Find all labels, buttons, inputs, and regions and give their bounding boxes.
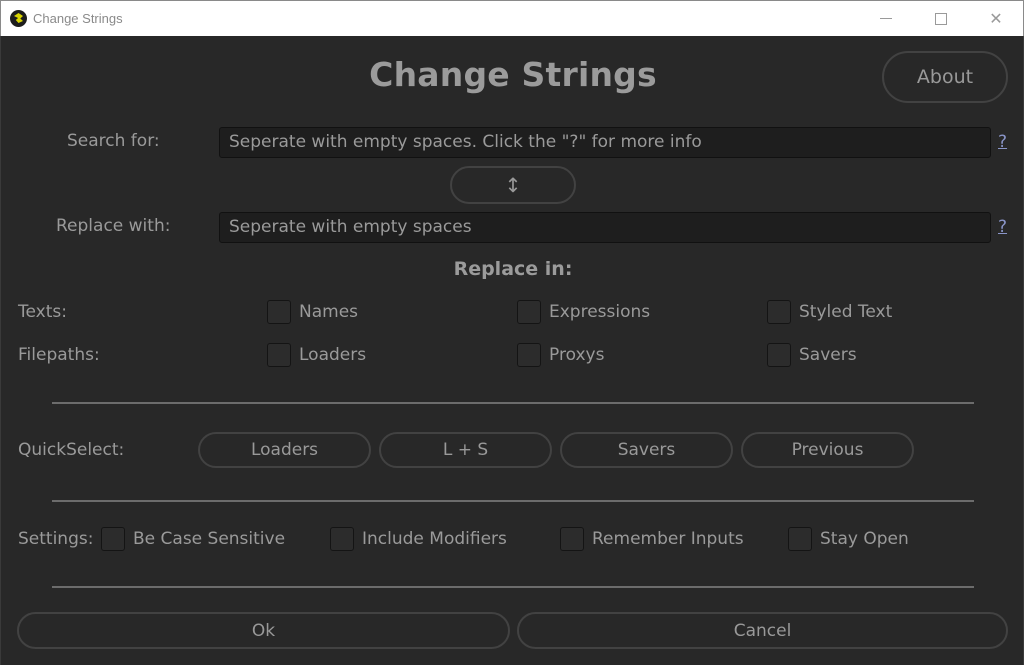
quickselect-label: QuickSelect: xyxy=(18,440,125,460)
app-logo-icon xyxy=(10,10,27,27)
close-button[interactable]: ✕ xyxy=(973,1,1019,36)
swap-button[interactable]: ↕ xyxy=(450,166,576,204)
ok-button[interactable]: Ok xyxy=(17,612,510,649)
replace-help-link[interactable]: ? xyxy=(998,217,1007,237)
savers-checkbox[interactable]: Savers xyxy=(767,343,857,367)
minimize-button[interactable] xyxy=(863,1,909,36)
close-icon: ✕ xyxy=(989,9,1003,28)
stay-open-checkbox[interactable]: Stay Open xyxy=(788,527,909,551)
case-sensitive-checkbox[interactable]: Be Case Sensitive xyxy=(101,527,285,551)
settings-label: Settings: xyxy=(18,529,94,549)
about-button[interactable]: About xyxy=(882,51,1008,103)
divider xyxy=(52,586,974,588)
maximize-button[interactable] xyxy=(918,1,964,36)
replace-in-heading: Replace in: xyxy=(453,258,573,280)
proxys-checkbox[interactable]: Proxys xyxy=(517,343,604,367)
dialog-body: Change Strings About Search for: Seperat… xyxy=(0,36,1024,665)
divider xyxy=(52,402,974,404)
checkbox-label: Loaders xyxy=(299,345,367,365)
window-title: Change Strings xyxy=(33,11,123,26)
checkbox-label: Expressions xyxy=(549,302,651,322)
checkbox-box[interactable] xyxy=(767,300,791,324)
checkbox-box[interactable] xyxy=(517,300,541,324)
swap-vertical-icon: ↕ xyxy=(504,173,522,197)
quickselect-savers-button[interactable]: Savers xyxy=(560,432,733,468)
quickselect-loaders-savers-button[interactable]: L + S xyxy=(379,432,552,468)
replace-input[interactable]: Seperate with empty spaces xyxy=(219,212,991,243)
quickselect-loaders-button[interactable]: Loaders xyxy=(198,432,371,468)
checkbox-label: Names xyxy=(299,302,359,322)
replace-label: Replace with: xyxy=(56,216,171,236)
expressions-checkbox[interactable]: Expressions xyxy=(517,300,650,324)
search-input[interactable]: Seperate with empty spaces. Click the "?… xyxy=(219,127,991,158)
checkbox-box[interactable] xyxy=(517,343,541,367)
checkbox-box[interactable] xyxy=(788,527,812,551)
checkbox-label: Include Modifiers xyxy=(362,529,507,549)
maximize-icon xyxy=(935,12,947,25)
window-titlebar: Change Strings ✕ xyxy=(0,0,1024,36)
checkbox-label: Proxys xyxy=(549,345,605,365)
loaders-checkbox[interactable]: Loaders xyxy=(267,343,366,367)
styled-text-checkbox[interactable]: Styled Text xyxy=(767,300,892,324)
include-modifiers-checkbox[interactable]: Include Modifiers xyxy=(330,527,507,551)
checkbox-box[interactable] xyxy=(267,343,291,367)
search-help-link[interactable]: ? xyxy=(998,132,1007,152)
checkbox-box[interactable] xyxy=(267,300,291,324)
divider xyxy=(52,500,974,502)
quickselect-previous-button[interactable]: Previous xyxy=(741,432,914,468)
checkbox-box[interactable] xyxy=(767,343,791,367)
minimize-icon xyxy=(880,18,892,19)
checkbox-box[interactable] xyxy=(560,527,584,551)
names-checkbox[interactable]: Names xyxy=(267,300,358,324)
texts-label: Texts: xyxy=(18,302,67,322)
page-title: Change Strings xyxy=(369,55,657,94)
remember-inputs-checkbox[interactable]: Remember Inputs xyxy=(560,527,744,551)
checkbox-label: Stay Open xyxy=(820,529,909,549)
cancel-button[interactable]: Cancel xyxy=(517,612,1008,649)
checkbox-box[interactable] xyxy=(330,527,354,551)
checkbox-label: Styled Text xyxy=(799,302,893,322)
search-label: Search for: xyxy=(67,131,160,151)
checkbox-label: Savers xyxy=(799,345,857,365)
filepaths-label: Filepaths: xyxy=(18,345,100,365)
checkbox-label: Be Case Sensitive xyxy=(133,529,286,549)
checkbox-label: Remember Inputs xyxy=(592,529,744,549)
checkbox-box[interactable] xyxy=(101,527,125,551)
